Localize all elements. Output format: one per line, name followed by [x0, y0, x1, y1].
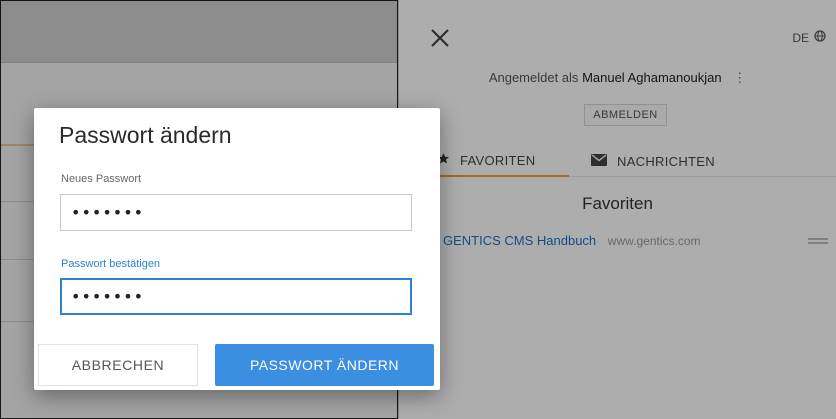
change-password-dialog: Passwort ändern Neues Passwort Passwort … — [34, 108, 440, 390]
confirm-password-field[interactable] — [60, 278, 412, 315]
change-password-button[interactable]: PASSWORT ÄNDERN — [215, 344, 434, 386]
new-password-field[interactable] — [60, 194, 412, 231]
confirm-password-label: Passwort bestätigen — [61, 258, 161, 270]
cancel-button[interactable]: ABBRECHEN — [38, 344, 198, 386]
new-password-label: Neues Passwort — [61, 173, 142, 185]
dialog-title: Passwort ändern — [59, 122, 232, 148]
